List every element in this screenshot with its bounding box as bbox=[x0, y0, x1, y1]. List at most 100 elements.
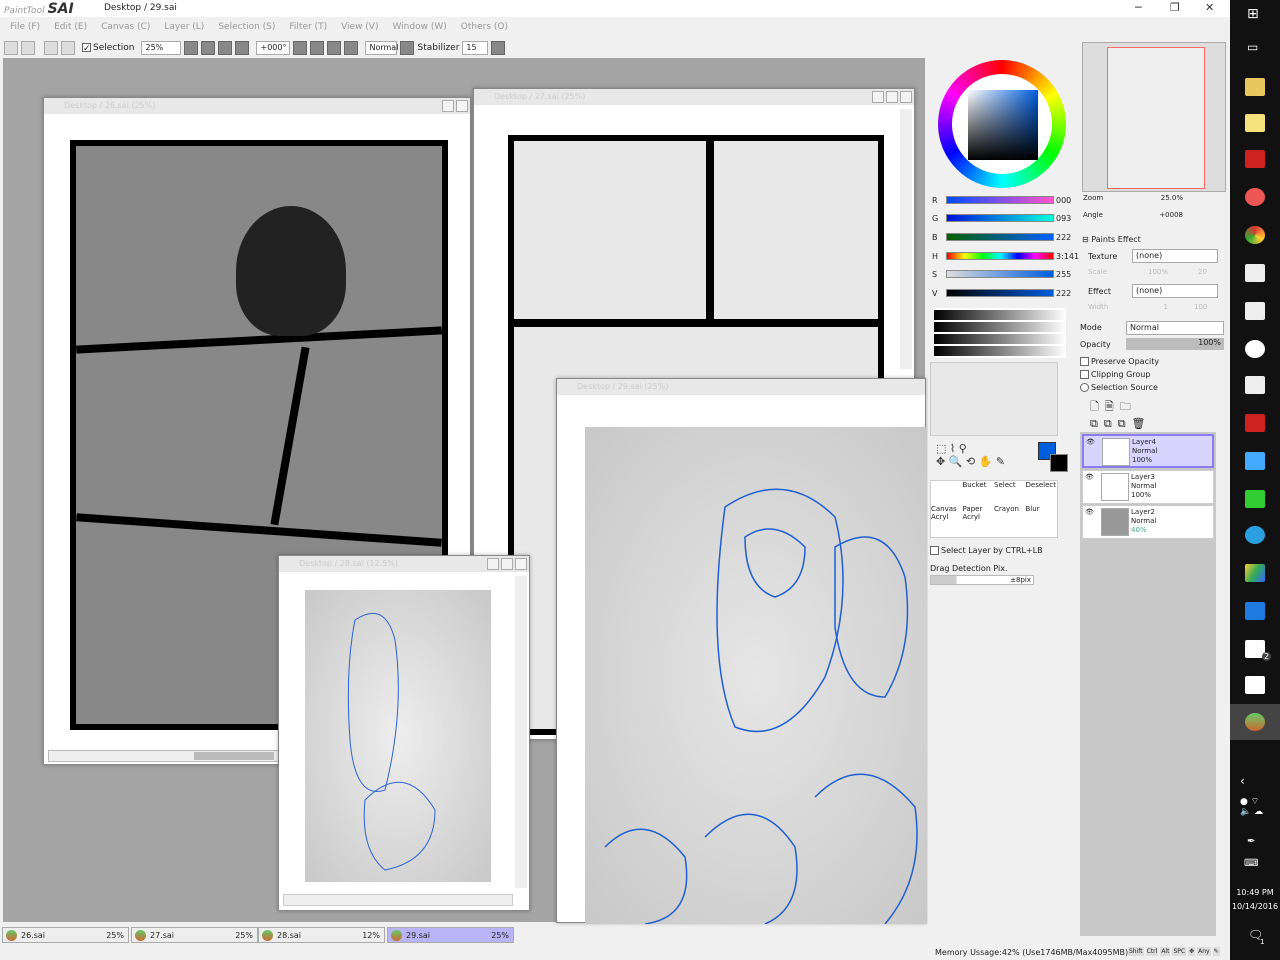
flash-app-icon[interactable] bbox=[1245, 150, 1265, 168]
tool-select[interactable]: Select bbox=[994, 481, 1026, 505]
eye-icon[interactable]: 👁 bbox=[1086, 438, 1095, 446]
menu-canvas[interactable]: Canvas (C) bbox=[101, 22, 150, 32]
blend-mode-select[interactable]: Normal bbox=[1126, 321, 1224, 335]
redo-button[interactable] bbox=[21, 41, 35, 55]
rotate-right-button[interactable] bbox=[327, 41, 342, 55]
selection-tools[interactable]: ⬚ ⌇ ⚲ ✥ 🔍 ⟲ ✋ ✎ bbox=[936, 442, 1016, 468]
menu-view[interactable]: View (V) bbox=[341, 22, 378, 32]
window-title-bar[interactable]: Desktop / 27.sai (25%) bbox=[474, 89, 914, 105]
sketch-canvas[interactable] bbox=[305, 590, 491, 882]
layer-item-layer3[interactable]: 👁 Layer3 Normal 100% bbox=[1082, 470, 1214, 504]
doc-tab-27[interactable]: 27.sai 25% bbox=[131, 927, 258, 943]
maximize-button[interactable] bbox=[886, 91, 898, 103]
tool-paper-acryl[interactable]: Paper Acryl bbox=[963, 505, 995, 537]
app-icon[interactable] bbox=[1245, 302, 1265, 320]
zoom-reset-button[interactable] bbox=[235, 41, 250, 55]
color-square[interactable] bbox=[968, 90, 1038, 160]
zoom-dropdown[interactable] bbox=[184, 41, 199, 55]
nav-zoom[interactable]: Zoom 25.0% bbox=[1083, 194, 1183, 202]
preserve-opacity-option[interactable]: Preserve Opacity bbox=[1080, 355, 1159, 368]
google-drive-icon[interactable] bbox=[1245, 564, 1265, 582]
document-window-29[interactable]: Desktop / 29.sai (25%) bbox=[556, 378, 927, 924]
background-color[interactable] bbox=[1050, 454, 1068, 472]
drag-detection-slider[interactable]: ±8pix bbox=[930, 575, 1034, 585]
telegram-icon[interactable] bbox=[1245, 526, 1265, 544]
vertical-scrollbar[interactable] bbox=[900, 109, 912, 369]
opacity-slider[interactable]: 100% bbox=[1126, 338, 1224, 350]
layer-item-layer4[interactable]: 👁 Layer4 Normal 100% bbox=[1082, 434, 1214, 468]
zoom-in-button[interactable] bbox=[218, 41, 233, 55]
line-icon[interactable] bbox=[1245, 490, 1265, 508]
tray-icons[interactable]: ● ⌔ 🔈 ☁ bbox=[1240, 796, 1263, 817]
invert-selection-button[interactable] bbox=[61, 41, 75, 55]
start-icon[interactable]: ⊞ bbox=[1247, 6, 1259, 22]
tool-bucket[interactable]: Bucket bbox=[963, 481, 995, 505]
navigator-preview[interactable] bbox=[1082, 42, 1226, 192]
selection-checkbox[interactable]: ✓ bbox=[82, 43, 91, 54]
effect-select[interactable]: (none) bbox=[1132, 284, 1218, 298]
menu-edit[interactable]: Edit (E) bbox=[54, 22, 87, 32]
swatch-area[interactable] bbox=[930, 362, 1058, 436]
b-slider[interactable]: B 222 bbox=[932, 231, 1078, 245]
clock-time[interactable]: 10:49 PM bbox=[1230, 888, 1280, 897]
minimize-button[interactable] bbox=[872, 91, 884, 103]
angle-dropdown[interactable] bbox=[293, 41, 308, 55]
shield-icon[interactable] bbox=[1245, 602, 1265, 620]
menu-filter[interactable]: Filter (T) bbox=[289, 22, 327, 32]
layer-action-buttons[interactable]: 🗋🗎🗀 ⧉⧉⧉🗑 bbox=[1090, 398, 1152, 431]
layer-item-layer2[interactable]: 👁 Layer2 Normal 40% bbox=[1082, 505, 1214, 539]
s-slider[interactable]: S 255 bbox=[932, 268, 1078, 282]
calendar-icon[interactable] bbox=[1245, 676, 1265, 694]
tool-blur[interactable]: Blur bbox=[1026, 505, 1058, 537]
minimize-button[interactable]: ─ bbox=[1135, 1, 1142, 14]
media-player-icon[interactable] bbox=[1245, 452, 1265, 470]
clipping-group-option[interactable]: Clipping Group bbox=[1080, 368, 1159, 381]
clock-date[interactable]: 10/14/2016 bbox=[1230, 902, 1280, 911]
sketch-canvas[interactable] bbox=[585, 427, 927, 924]
h-slider[interactable]: H 3:141 bbox=[932, 250, 1079, 264]
maximize-button[interactable] bbox=[501, 558, 513, 570]
g-slider[interactable]: G 093 bbox=[932, 212, 1078, 226]
menu-selection[interactable]: Selection (S) bbox=[218, 22, 275, 32]
rotate-left-button[interactable] bbox=[310, 41, 325, 55]
stabilizer-dropdown[interactable] bbox=[491, 41, 506, 55]
minimize-button[interactable] bbox=[442, 100, 454, 112]
menu-others[interactable]: Others (O) bbox=[461, 22, 508, 32]
deselect-button[interactable] bbox=[44, 41, 58, 55]
blend-mode-select[interactable]: Normal bbox=[365, 41, 398, 55]
v-slider[interactable]: V 222 bbox=[932, 287, 1078, 301]
doc-tab-28[interactable]: 28.sai 12% bbox=[258, 927, 385, 943]
flip-button[interactable] bbox=[400, 41, 415, 55]
document-window-28[interactable]: Desktop / 28.sai (12.5%) bbox=[278, 555, 530, 911]
maximize-button[interactable]: ❐ bbox=[1170, 1, 1180, 14]
horizontal-scrollbar[interactable] bbox=[283, 894, 513, 906]
user-gradient-palette[interactable] bbox=[934, 308, 1066, 358]
paints-effect-header[interactable]: ⊟ Paints Effect bbox=[1082, 235, 1141, 244]
zoom-input[interactable]: 25% bbox=[141, 41, 182, 55]
nav-angle[interactable]: Angle +0008 bbox=[1083, 211, 1183, 219]
zoom-out-button[interactable] bbox=[201, 41, 216, 55]
app-red-icon[interactable] bbox=[1245, 414, 1265, 432]
sticky-notes-icon[interactable] bbox=[1245, 114, 1265, 132]
select-layer-option[interactable]: Select Layer by CTRL+LB bbox=[930, 546, 1043, 555]
calculator-icon[interactable] bbox=[1245, 264, 1265, 282]
select-layer-checkbox[interactable] bbox=[930, 546, 939, 555]
menu-layer[interactable]: Layer (L) bbox=[164, 22, 204, 32]
window-title-bar[interactable]: Desktop / 28.sai (12.5%) bbox=[279, 556, 529, 572]
task-view-icon[interactable]: ▭ bbox=[1247, 40, 1258, 54]
maximize-button[interactable] bbox=[456, 100, 468, 112]
eye-icon[interactable]: 👁 bbox=[1085, 508, 1094, 516]
tool-crayon[interactable]: Crayon bbox=[994, 505, 1026, 537]
close-button[interactable] bbox=[515, 558, 527, 570]
close-button[interactable] bbox=[900, 91, 912, 103]
doc-tab-26[interactable]: 26.sai 25% bbox=[2, 927, 129, 943]
rotate-reset-button[interactable] bbox=[344, 41, 359, 55]
menu-window[interactable]: Window (W) bbox=[392, 22, 446, 32]
menu-file[interactable]: File (F) bbox=[10, 22, 40, 32]
ccleaner-icon[interactable] bbox=[1245, 188, 1265, 206]
eye-icon[interactable]: 👁 bbox=[1085, 473, 1094, 481]
color-wheel[interactable] bbox=[938, 60, 1066, 188]
horizontal-scrollbar[interactable] bbox=[48, 750, 280, 762]
app-round-icon[interactable] bbox=[1245, 340, 1265, 358]
r-slider[interactable]: R 000 bbox=[932, 194, 1078, 208]
